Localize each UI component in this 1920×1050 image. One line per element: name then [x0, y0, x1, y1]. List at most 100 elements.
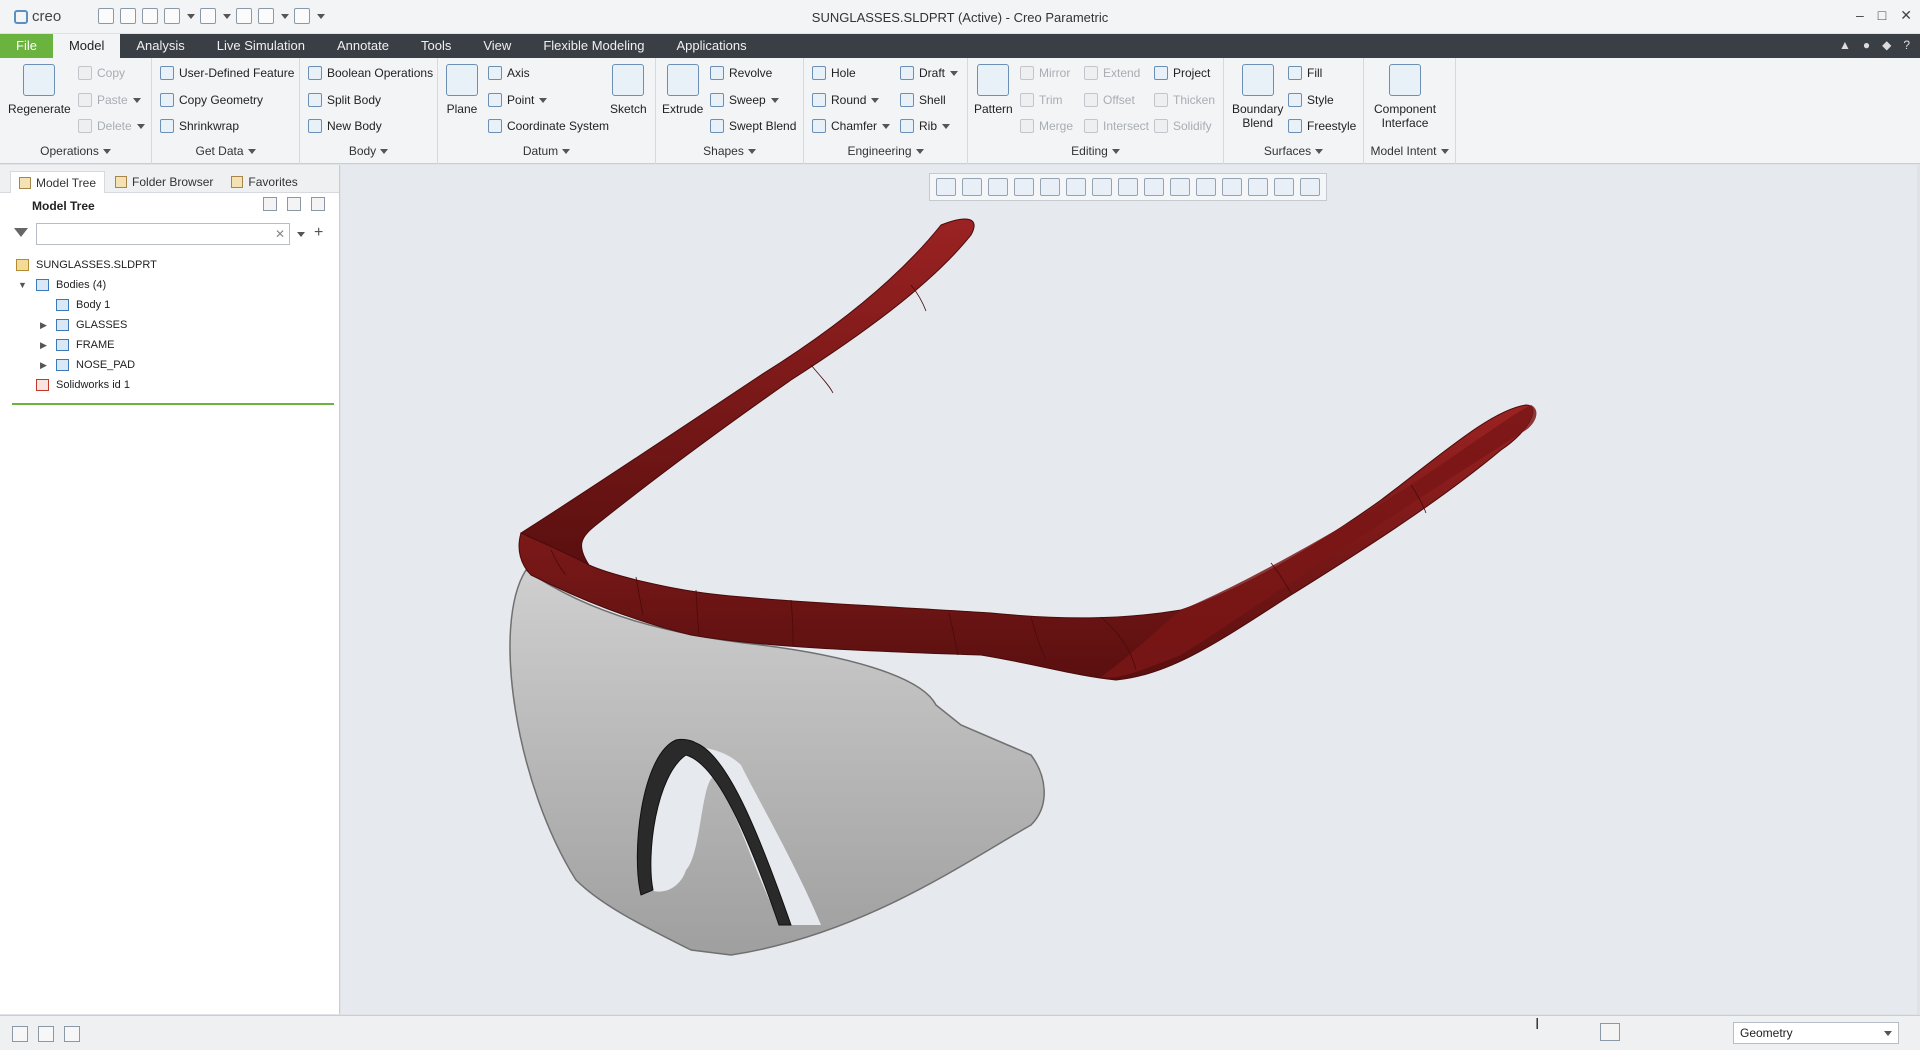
- browser-toggle-icon[interactable]: [38, 1026, 54, 1042]
- navigator-tabs: Model Tree Folder Browser Favorites: [0, 165, 339, 193]
- maximize-button[interactable]: □: [1878, 7, 1886, 24]
- collapse-ribbon-icon[interactable]: ▲: [1839, 38, 1851, 52]
- settings-icon[interactable]: ◆: [1882, 38, 1891, 52]
- boolean-operations-button[interactable]: Boolean Operations: [308, 66, 433, 80]
- tab-model-tree[interactable]: Model Tree: [10, 171, 106, 193]
- fullscreen-icon[interactable]: [64, 1026, 80, 1042]
- solidify-button[interactable]: Solidify: [1154, 119, 1212, 133]
- tree-filter-icon[interactable]: [311, 197, 325, 211]
- expand-icon[interactable]: ▶: [40, 360, 50, 371]
- sketch-button[interactable]: Sketch: [610, 64, 647, 116]
- tree-search-input[interactable]: [36, 223, 290, 245]
- udf-button[interactable]: User-Defined Feature: [160, 66, 294, 80]
- tab-analysis[interactable]: Analysis: [120, 34, 200, 58]
- expand-icon[interactable]: ▶: [40, 320, 50, 331]
- paste-button[interactable]: Paste: [78, 93, 141, 107]
- rib-button[interactable]: Rib: [900, 119, 951, 133]
- group-label-shapes[interactable]: Shapes: [656, 144, 803, 158]
- tab-annotate[interactable]: Annotate: [321, 34, 405, 58]
- tree-columns-icon[interactable]: [287, 197, 301, 211]
- navigator-toggle-icon[interactable]: [12, 1026, 28, 1042]
- notification-icon[interactable]: ●: [1863, 38, 1870, 52]
- group-label-datum[interactable]: Datum: [438, 144, 655, 158]
- tree-item-root[interactable]: SUNGLASSES.SLDPRT: [0, 255, 339, 275]
- tree-item-solidworks-id[interactable]: Solidworks id 1: [0, 375, 339, 395]
- tab-tools[interactable]: Tools: [405, 34, 467, 58]
- thicken-button[interactable]: Thicken: [1154, 93, 1215, 107]
- frame-left-temple[interactable]: [519, 218, 975, 567]
- sweep-button[interactable]: Sweep: [710, 93, 779, 107]
- style-button[interactable]: Style: [1288, 93, 1334, 107]
- copy-button[interactable]: Copy: [78, 66, 125, 80]
- freestyle-button[interactable]: Freestyle: [1288, 119, 1356, 133]
- swept-blend-button[interactable]: Swept Blend: [710, 119, 796, 133]
- group-label-editing[interactable]: Editing: [968, 144, 1223, 158]
- axis-button[interactable]: Axis: [488, 66, 530, 80]
- tab-flexible-modeling[interactable]: Flexible Modeling: [527, 34, 660, 58]
- tree-item-glasses[interactable]: ▶ GLASSES: [0, 315, 339, 335]
- tab-file[interactable]: File: [0, 34, 53, 58]
- boundary-blend-button[interactable]: Boundary Blend: [1232, 64, 1283, 130]
- minimize-button[interactable]: –: [1856, 7, 1864, 24]
- tree-item-bodies[interactable]: ▼ Bodies (4): [0, 275, 339, 295]
- hole-button[interactable]: Hole: [812, 66, 856, 80]
- mirror-button[interactable]: Mirror: [1020, 66, 1070, 80]
- tree-item-frame[interactable]: ▶ FRAME: [0, 335, 339, 355]
- new-body-button[interactable]: New Body: [308, 119, 382, 133]
- sunglasses-model[interactable]: [341, 165, 1917, 1014]
- component-interface-button[interactable]: Component Interface: [1374, 64, 1436, 130]
- tab-favorites[interactable]: Favorites: [223, 171, 305, 193]
- expand-icon[interactable]: ▶: [40, 340, 50, 351]
- extrude-button[interactable]: Extrude: [662, 64, 703, 116]
- tab-view[interactable]: View: [467, 34, 527, 58]
- group-label-surfaces[interactable]: Surfaces: [1224, 144, 1363, 158]
- group-label-get-data[interactable]: Get Data: [152, 144, 299, 158]
- insert-here-indicator[interactable]: [12, 403, 334, 405]
- pattern-button[interactable]: Pattern: [974, 64, 1013, 116]
- selection-filter-dropdown[interactable]: Geometry: [1733, 1022, 1899, 1044]
- group-label-model-intent[interactable]: Model Intent: [1364, 144, 1455, 158]
- frame-right-temple[interactable]: [1101, 405, 1537, 678]
- intersect-button[interactable]: Intersect: [1084, 119, 1149, 133]
- fill-button[interactable]: Fill: [1288, 66, 1322, 80]
- graphics-window[interactable]: [341, 165, 1917, 1014]
- extend-button[interactable]: Extend: [1084, 66, 1140, 80]
- delete-button[interactable]: Delete: [78, 119, 145, 133]
- point-button[interactable]: Point: [488, 93, 548, 107]
- add-icon[interactable]: +: [314, 224, 323, 242]
- offset-button[interactable]: Offset: [1084, 93, 1135, 107]
- regenerate-button[interactable]: Regenerate: [8, 64, 71, 116]
- chamfer-button[interactable]: Chamfer: [812, 119, 891, 133]
- tree-item-nose-pad[interactable]: ▶ NOSE_PAD: [0, 355, 339, 375]
- shell-button[interactable]: Shell: [900, 93, 946, 107]
- tab-live-simulation[interactable]: Live Simulation: [201, 34, 321, 58]
- find-icon[interactable]: [1600, 1023, 1620, 1041]
- tree-settings-icon[interactable]: [263, 197, 277, 211]
- round-button[interactable]: Round: [812, 93, 880, 107]
- help-icon[interactable]: ?: [1903, 38, 1910, 52]
- merge-button[interactable]: Merge: [1020, 119, 1073, 133]
- collapse-icon[interactable]: ▼: [18, 280, 28, 290]
- tab-applications[interactable]: Applications: [660, 34, 762, 58]
- revolve-button[interactable]: Revolve: [710, 66, 772, 80]
- tree-item-body1[interactable]: Body 1: [0, 295, 339, 315]
- group-label-body[interactable]: Body: [300, 144, 437, 158]
- tab-model[interactable]: Model: [52, 34, 121, 58]
- style-icon: [1288, 93, 1302, 107]
- clear-search-icon[interactable]: ✕: [275, 227, 285, 241]
- group-label-operations[interactable]: Operations: [0, 144, 151, 158]
- split-body-button[interactable]: Split Body: [308, 93, 381, 107]
- search-options-chevron-icon[interactable]: [297, 232, 305, 241]
- plane-button[interactable]: Plane: [446, 64, 478, 116]
- coordinate-system-button[interactable]: Coordinate System: [488, 119, 609, 133]
- copy-geometry-button[interactable]: Copy Geometry: [160, 93, 263, 107]
- shrinkwrap-button[interactable]: Shrinkwrap: [160, 119, 239, 133]
- group-label-engineering[interactable]: Engineering: [804, 144, 967, 158]
- close-button[interactable]: ✕: [1900, 7, 1912, 24]
- draft-button[interactable]: Draft: [900, 66, 959, 80]
- trim-button[interactable]: Trim: [1020, 93, 1063, 107]
- group-body: Boolean Operations Split Body New Body B…: [300, 58, 438, 164]
- filter-icon[interactable]: [14, 228, 28, 237]
- project-button[interactable]: Project: [1154, 66, 1210, 80]
- tab-folder-browser[interactable]: Folder Browser: [107, 171, 221, 193]
